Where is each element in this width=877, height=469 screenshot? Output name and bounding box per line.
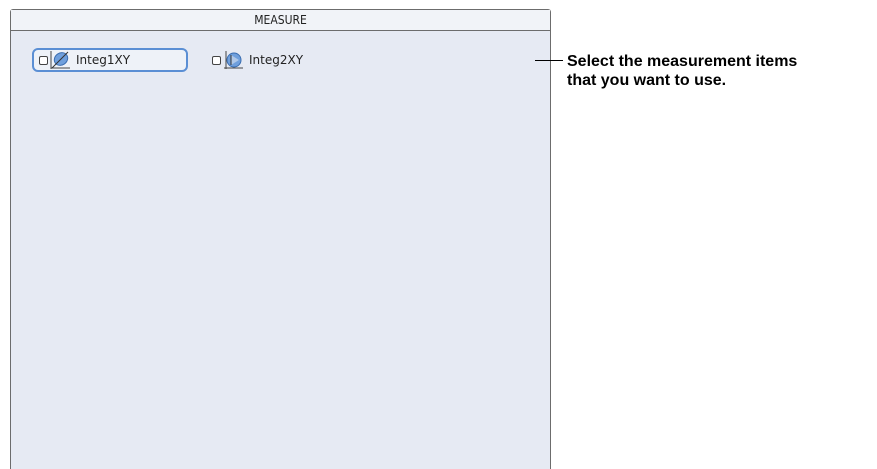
callout-annotation: Select the measurement items that you wa… xyxy=(567,52,872,90)
integ2xy-icon xyxy=(221,50,245,70)
integ1xy-label: Integ1XY xyxy=(76,53,131,67)
callout-leader-line xyxy=(535,60,563,61)
integ2xy-checkbox[interactable] xyxy=(212,55,221,65)
callout-line-1: Select the measurement items xyxy=(567,53,798,70)
integ1xy-icon xyxy=(48,50,72,70)
integ2xy-label: Integ2XY xyxy=(249,53,304,67)
panel-title: MEASURE xyxy=(11,10,550,31)
measure-item-integ2xy[interactable]: Integ2XY xyxy=(212,48,362,72)
integ1xy-checkbox[interactable] xyxy=(39,55,48,65)
measure-item-integ1xy[interactable]: Integ1XY xyxy=(32,48,188,72)
callout-line-2: that you want to use. xyxy=(567,72,727,89)
measure-panel: MEASURE Integ1XY Integ2XY xyxy=(10,9,551,469)
